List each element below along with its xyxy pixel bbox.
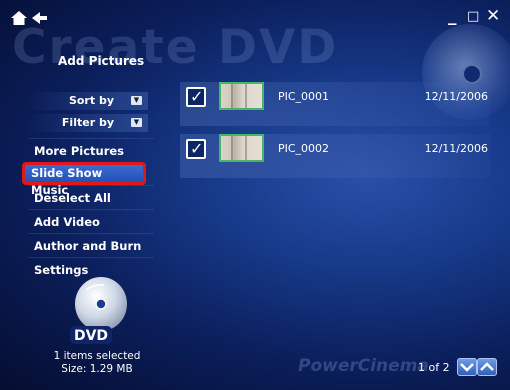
sort-by-dropdown[interactable]: Sort by ▼ <box>26 92 148 110</box>
menu-item-more-pictures[interactable]: More Pictures <box>28 138 154 162</box>
item-checkbox[interactable]: ✓ <box>186 139 206 159</box>
filter-by-dropdown[interactable]: Filter by ▼ <box>26 114 148 132</box>
minimize-button[interactable]: _ <box>448 8 457 25</box>
menu-item-author-and-burn[interactable]: Author and Burn <box>28 233 154 257</box>
filter-by-label: Filter by <box>61 116 114 129</box>
dvd-disc-icon: DVD <box>70 277 127 344</box>
menu-item-add-video[interactable]: Add Video <box>28 209 154 233</box>
menu-item-slide-show-music[interactable]: Slide Show Music <box>22 162 146 197</box>
selection-info: 1 items selected Size: 1.29 MB <box>32 350 162 376</box>
file-name: PIC_0001 <box>278 90 330 103</box>
list-item[interactable]: ✓ PIC_0001 12/11/2006 <box>180 82 490 126</box>
chevron-down-icon[interactable] <box>457 358 477 376</box>
action-menu: More Pictures Slide Show Music Deselect … <box>22 138 154 281</box>
close-button[interactable]: ✕ <box>486 8 500 25</box>
file-date: 12/11/2006 <box>424 90 488 103</box>
selection-count: 1 items selected <box>53 350 141 362</box>
file-name: PIC_0002 <box>278 142 330 155</box>
selection-size: Size: 1.29 MB <box>61 363 133 375</box>
check-icon: ✓ <box>190 139 204 158</box>
restore-button[interactable]: □ <box>467 10 479 23</box>
check-icon: ✓ <box>190 87 204 106</box>
picture-thumbnail[interactable] <box>219 82 264 110</box>
chevron-down-icon: ▼ <box>131 118 142 127</box>
menu-item-deselect-all[interactable]: Deselect All <box>28 185 154 209</box>
sort-by-label: Sort by <box>68 94 114 107</box>
file-date: 12/11/2006 <box>424 142 488 155</box>
list-item[interactable]: ✓ PIC_0002 12/11/2006 <box>180 134 490 178</box>
picture-list: ✓ PIC_0001 12/11/2006 ✓ PIC_0002 12/11/2… <box>180 82 490 186</box>
brand-watermark: PowerCinema <box>298 356 429 376</box>
page-indicator: 1 of 2 <box>418 361 450 374</box>
chevron-down-icon: ▼ <box>131 96 142 105</box>
picture-thumbnail[interactable] <box>219 134 264 162</box>
chevron-up-icon[interactable] <box>477 358 497 376</box>
item-checkbox[interactable]: ✓ <box>186 87 206 107</box>
dvd-badge-label: DVD <box>74 328 108 344</box>
page-title: Add Pictures <box>58 54 145 68</box>
